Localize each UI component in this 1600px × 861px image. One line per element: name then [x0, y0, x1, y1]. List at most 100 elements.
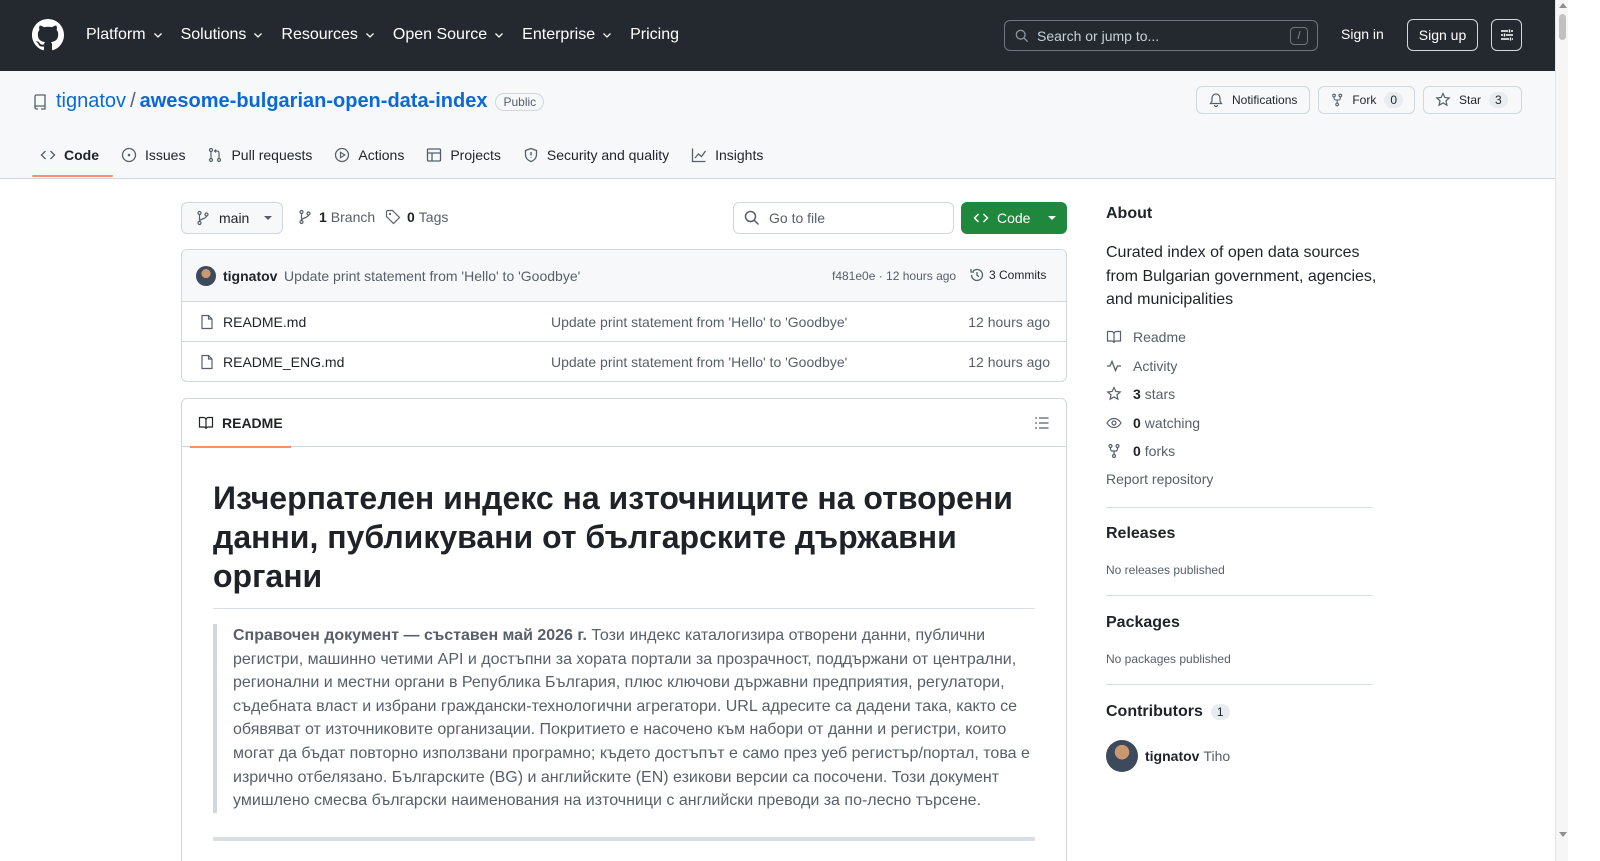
eye-icon — [1106, 417, 1122, 429]
scroll-down-arrow[interactable] — [1559, 832, 1567, 837]
table-row[interactable]: README.md Update print statement from 'H… — [182, 302, 1066, 342]
contributor-login: tignatov — [1145, 748, 1200, 764]
packages-heading[interactable]: Packages — [1106, 614, 1180, 632]
code-icon — [40, 150, 56, 160]
top-nav: Platform Solutions Resources Open Source… — [86, 24, 696, 46]
global-search-input[interactable]: Search or jump to... / — [1004, 20, 1318, 51]
file-commit-message-link[interactable]: Update print statement from 'Hello' to '… — [551, 354, 847, 370]
activity-link[interactable]: Activity — [1106, 358, 1177, 374]
file-name-link[interactable]: README.md — [223, 314, 306, 330]
code-dropdown-button[interactable]: Code — [961, 202, 1067, 234]
contributors-heading[interactable]: Contributors 1 — [1106, 703, 1230, 721]
go-to-file-input[interactable]: Go to file — [733, 202, 954, 234]
nav-solutions[interactable]: Solutions — [181, 24, 265, 46]
branches-link[interactable]: 1 Branch — [297, 209, 375, 225]
nav-label: Pricing — [630, 26, 679, 43]
nav-label: Enterprise — [522, 26, 596, 43]
contributor-item[interactable]: tignatov Tiho — [1106, 740, 1230, 772]
releases-heading[interactable]: Releases — [1106, 525, 1175, 543]
branch-icon — [299, 209, 311, 225]
tab-label: Issues — [145, 147, 186, 163]
tab-issues[interactable]: Issues — [113, 137, 199, 173]
book-icon — [198, 416, 214, 430]
fork-label: Fork — [1352, 93, 1377, 107]
tab-code[interactable]: Code — [32, 137, 113, 177]
tab-insights[interactable]: Insights — [683, 137, 777, 173]
caret-down-icon — [1048, 216, 1057, 220]
tags-link[interactable]: 0 Tags — [385, 209, 448, 225]
report-repository-link[interactable]: Report repository — [1106, 471, 1213, 487]
sign-in-link[interactable]: Sign in — [1341, 26, 1384, 42]
star-icon — [1106, 386, 1122, 401]
chevron-down-icon — [603, 33, 612, 38]
repo-name-link[interactable]: awesome-bulgarian-open-data-index — [140, 90, 488, 113]
star-button[interactable]: Star 3 — [1423, 86, 1522, 114]
nav-resources[interactable]: Resources — [281, 24, 375, 46]
avatar[interactable] — [196, 266, 216, 286]
about-heading: About — [1106, 205, 1153, 222]
commit-sha-time[interactable]: f481e0e · 12 hours ago — [832, 269, 956, 283]
repo-title: tignatov / awesome-bulgarian-open-data-i… — [32, 90, 545, 113]
watchers-link[interactable]: 0 watching — [1106, 415, 1200, 431]
commit-author-link[interactable]: tignatov — [223, 268, 277, 284]
chevron-down-icon — [153, 33, 162, 38]
sliders-icon — [1500, 29, 1513, 41]
repo-header: tignatov / awesome-bulgarian-open-data-i… — [0, 71, 1555, 179]
search-placeholder: Search or jump to... — [1037, 27, 1160, 44]
about-description: Curated index of open data sources from … — [1106, 244, 1377, 308]
star-counter: 3 — [1489, 92, 1508, 108]
star-icon — [1435, 92, 1451, 107]
tab-label: Code — [64, 147, 99, 163]
sign-up-button[interactable]: Sign up — [1407, 19, 1478, 51]
tab-label: Projects — [450, 147, 501, 163]
search-icon — [1015, 29, 1029, 42]
tag-icon — [385, 209, 401, 225]
page-scrollbar[interactable] — [1555, 0, 1568, 861]
sidebar-link-label: watching — [1144, 415, 1201, 431]
tab-label: Actions — [358, 147, 405, 163]
fork-button[interactable]: Fork 0 — [1318, 86, 1415, 114]
scroll-up-arrow[interactable] — [1559, 3, 1567, 8]
table-row[interactable]: README_ENG.md Update print statement fro… — [182, 342, 1066, 381]
nav-label: Open Source — [392, 26, 488, 43]
nav-enterprise[interactable]: Enterprise — [522, 24, 613, 46]
commit-message-link[interactable]: Update print statement from 'Hello' to '… — [284, 268, 580, 284]
tab-actions[interactable]: Actions — [326, 137, 418, 173]
tab-pull-requests[interactable]: Pull requests — [199, 137, 326, 173]
file-name-link[interactable]: README_ENG.md — [223, 354, 344, 370]
nav-label: Resources — [281, 26, 358, 43]
nav-open-source[interactable]: Open Source — [393, 24, 505, 46]
file-commit-time: 12 hours ago — [968, 354, 1050, 370]
nav-platform[interactable]: Platform — [86, 24, 164, 46]
forks-link[interactable]: 0 forks — [1106, 443, 1175, 459]
file-commit-message-link[interactable]: Update print statement from 'Hello' to '… — [551, 314, 847, 330]
list-unordered-icon[interactable] — [1034, 415, 1050, 431]
scroll-thumb[interactable] — [1559, 14, 1566, 40]
latest-commit-row: tignatov Update print statement from 'He… — [182, 250, 1066, 302]
fork-counter: 0 — [1384, 92, 1403, 108]
code-button-label: Code — [997, 210, 1031, 226]
repo-owner-link[interactable]: tignatov — [56, 90, 126, 113]
readme-link[interactable]: Readme — [1106, 329, 1186, 345]
repo-tabs: Code Issues Pull requests Actions Projec… — [32, 137, 777, 177]
github-logo-icon[interactable] — [32, 19, 64, 51]
shield-icon — [524, 147, 538, 163]
branch-selector-button[interactable]: main — [181, 202, 283, 234]
nav-label: Solutions — [180, 26, 247, 43]
sidebar-link-label: forks — [1144, 443, 1176, 459]
contributor-name: Tiho — [1203, 748, 1231, 764]
appearance-settings-button[interactable] — [1491, 19, 1522, 51]
notifications-button[interactable]: Notifications — [1196, 86, 1310, 114]
caret-down-icon — [264, 216, 273, 220]
stars-link[interactable]: 3 stars — [1106, 386, 1175, 402]
nav-pricing[interactable]: Pricing — [630, 24, 679, 46]
tab-label: Pull requests — [231, 147, 313, 163]
tab-projects[interactable]: Projects — [418, 137, 515, 173]
avatar[interactable] — [1106, 740, 1138, 772]
commits-history-link[interactable]: 3 Commits — [969, 267, 1046, 283]
code-icon — [973, 213, 989, 223]
tab-security[interactable]: Security and quality — [515, 137, 683, 173]
branch-name: main — [219, 210, 250, 226]
readme-tab[interactable]: README — [190, 399, 291, 448]
tag-count-label: Tags — [418, 209, 449, 225]
